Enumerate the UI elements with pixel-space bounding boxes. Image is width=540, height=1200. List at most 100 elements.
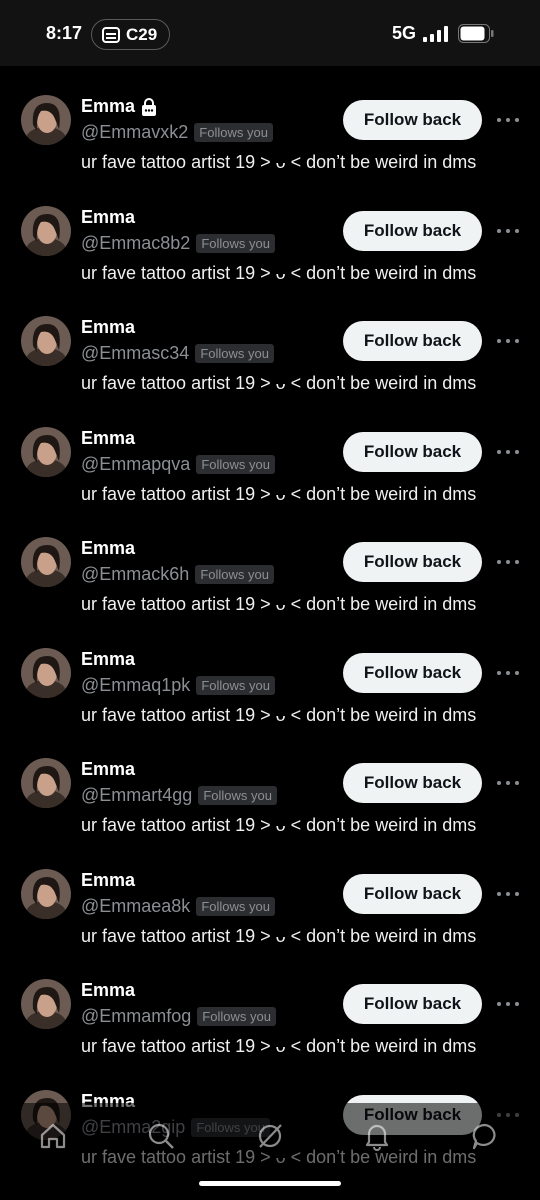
avatar[interactable]: [21, 426, 71, 477]
signal-strength-icon: [423, 26, 448, 42]
display-name-line: Emma: [81, 649, 135, 670]
avatar[interactable]: [21, 979, 71, 1029]
follow-back-button[interactable]: Follow back: [343, 652, 482, 693]
follow-back-button[interactable]: Follow back: [343, 873, 482, 914]
home-icon[interactable]: [38, 1121, 68, 1151]
more-options-icon[interactable]: [497, 442, 519, 462]
handle-line: @Emmaq1pk Follows you: [81, 675, 275, 696]
user-bio: ur fave tattoo artist 19 ˃ ᴗ ˂ don’t be …: [81, 373, 477, 393]
more-options-icon[interactable]: [497, 994, 519, 1014]
user-handle: @Emmaea8k: [81, 895, 191, 916]
follows-you-badge: Follows you: [194, 123, 273, 142]
more-options-icon[interactable]: [497, 221, 519, 241]
sim-card-icon: [102, 26, 120, 43]
list-item[interactable]: Emma @Emmapqva Follows you ur fave tatto…: [0, 418, 540, 529]
list-item[interactable]: Emma @Emmack6h Follows you ur fave tatto…: [0, 528, 540, 639]
follows-you-badge: Follows you: [196, 896, 275, 916]
display-name: Emma: [81, 759, 136, 779]
display-name-line: Emma: [81, 207, 135, 228]
more-options-icon[interactable]: [497, 773, 519, 793]
user-handle: @Emmamfog: [81, 1006, 192, 1026]
avatar[interactable]: [21, 205, 71, 256]
list-item[interactable]: Emma @Emmasc34 Follows you ur fave tatto…: [0, 307, 540, 418]
more-options-icon[interactable]: [497, 552, 519, 572]
carrier-label: C29: [126, 24, 158, 44]
user-bio: ur fave tattoo artist 19 ˃ ᴗ ˂ don’t be …: [81, 704, 477, 725]
user-bio: ur fave tattoo artist 19 ˃ ᴗ ˂ don’t be …: [81, 483, 477, 504]
handle-line: @Emmaea8k Follows you: [81, 896, 275, 917]
user-handle: @Emmasc34: [81, 343, 190, 363]
user-bio: ur fave tattoo artist 19 ˃ ᴗ ˂ don’t be …: [81, 262, 477, 283]
display-name: Emma: [81, 317, 136, 337]
chat-icon[interactable]: [470, 1121, 500, 1151]
follow-back-button[interactable]: Follow back: [343, 763, 482, 803]
display-name: Emma: [81, 427, 136, 448]
display-name: Emma: [81, 538, 136, 558]
display-name-line: Emma: [81, 96, 157, 117]
user-handle: @Emmaq1pk: [81, 674, 191, 695]
user-bio: ur fave tattoo artist 19 ˃ ᴗ ˂ don’t be …: [81, 594, 477, 614]
display-name-line: Emma: [81, 759, 135, 780]
home-indicator[interactable]: [199, 1181, 341, 1186]
list-item[interactable]: Emma @Emmac8b2 Follows you ur fave tatto…: [0, 197, 540, 308]
user-handle: @Emmavxk2: [81, 122, 189, 142]
follow-back-button[interactable]: Follow back: [343, 100, 482, 140]
user-handle: @Emmapqva: [81, 453, 191, 474]
follows-you-badge: Follows you: [196, 233, 275, 253]
list-item[interactable]: Emma @Emmart4gg Follows you ur fave tatt…: [0, 749, 540, 860]
status-time: 8:17: [46, 23, 83, 43]
more-options-icon[interactable]: [497, 331, 519, 351]
network-type: 5G: [392, 23, 417, 43]
avatar[interactable]: [21, 537, 71, 587]
user-handle: @Emmart4gg: [81, 785, 193, 805]
follow-back-button[interactable]: Follow back: [343, 321, 482, 361]
display-name: Emma: [81, 648, 136, 669]
follow-back-button[interactable]: Follow back: [343, 984, 482, 1024]
user-bio: ur fave tattoo artist 19 ˃ ᴗ ˂ don’t be …: [81, 1036, 477, 1056]
follow-back-button[interactable]: Follow back: [343, 431, 482, 472]
follows-you-badge: Follows you: [195, 565, 274, 584]
follows-you-badge: Follows you: [198, 786, 277, 805]
user-bio: ur fave tattoo artist 19 ˃ ᴗ ˂ don’t be …: [81, 815, 477, 835]
follows-you-badge: Follows you: [196, 675, 275, 695]
more-options-icon[interactable]: [497, 663, 519, 683]
handle-line: @Emmapqva Follows you: [81, 454, 275, 475]
handle-line: @Emmart4gg Follows you: [81, 785, 277, 806]
display-name-line: Emma: [81, 980, 135, 1001]
bell-icon[interactable]: [362, 1121, 392, 1151]
more-options-icon[interactable]: [497, 110, 519, 130]
user-handle: @Emmac8b2: [81, 232, 191, 253]
follow-back-button[interactable]: Follow back: [343, 210, 482, 251]
user-handle: @Emmack6h: [81, 564, 190, 584]
list-item[interactable]: Emma @Emmamfog Follows you ur fave tatto…: [0, 970, 540, 1081]
display-name-line: Emma: [81, 538, 135, 559]
list-item[interactable]: Emma @Emmavxk2 Follows you ur fave tatto…: [0, 86, 540, 197]
avatar[interactable]: [21, 868, 71, 919]
carrier-pill: C29: [91, 19, 171, 50]
follow-back-button[interactable]: Follow back: [343, 542, 482, 582]
display-name: Emma: [81, 980, 136, 1000]
more-options-icon[interactable]: [497, 884, 519, 904]
grok-icon[interactable]: [255, 1121, 285, 1151]
list-item[interactable]: Emma @Emmaea8k Follows you ur fave tatto…: [0, 860, 540, 971]
handle-line: @Emmack6h Follows you: [81, 564, 274, 585]
handle-line: @Emmac8b2 Follows you: [81, 233, 275, 254]
display-name: Emma: [81, 869, 136, 890]
handle-line: @Emmamfog Follows you: [81, 1006, 276, 1027]
follows-you-badge: Follows you: [197, 1007, 276, 1026]
follows-you-badge: Follows you: [196, 454, 275, 474]
battery-icon: [458, 24, 494, 43]
avatar[interactable]: [21, 758, 71, 808]
avatar[interactable]: [21, 95, 71, 145]
display-name: Emma: [81, 96, 136, 116]
handle-line: @Emmasc34 Follows you: [81, 343, 274, 364]
lock-icon: [142, 97, 157, 116]
display-name-line: Emma: [81, 428, 135, 449]
status-bar: 8:17 C29 5G: [0, 0, 540, 66]
search-icon[interactable]: [146, 1121, 176, 1151]
display-name: Emma: [81, 206, 136, 227]
avatar[interactable]: [21, 647, 71, 698]
list-item[interactable]: Emma @Emmaq1pk Follows you ur fave tatto…: [0, 639, 540, 750]
avatar[interactable]: [21, 316, 71, 366]
follows-you-badge: Follows you: [195, 344, 274, 363]
